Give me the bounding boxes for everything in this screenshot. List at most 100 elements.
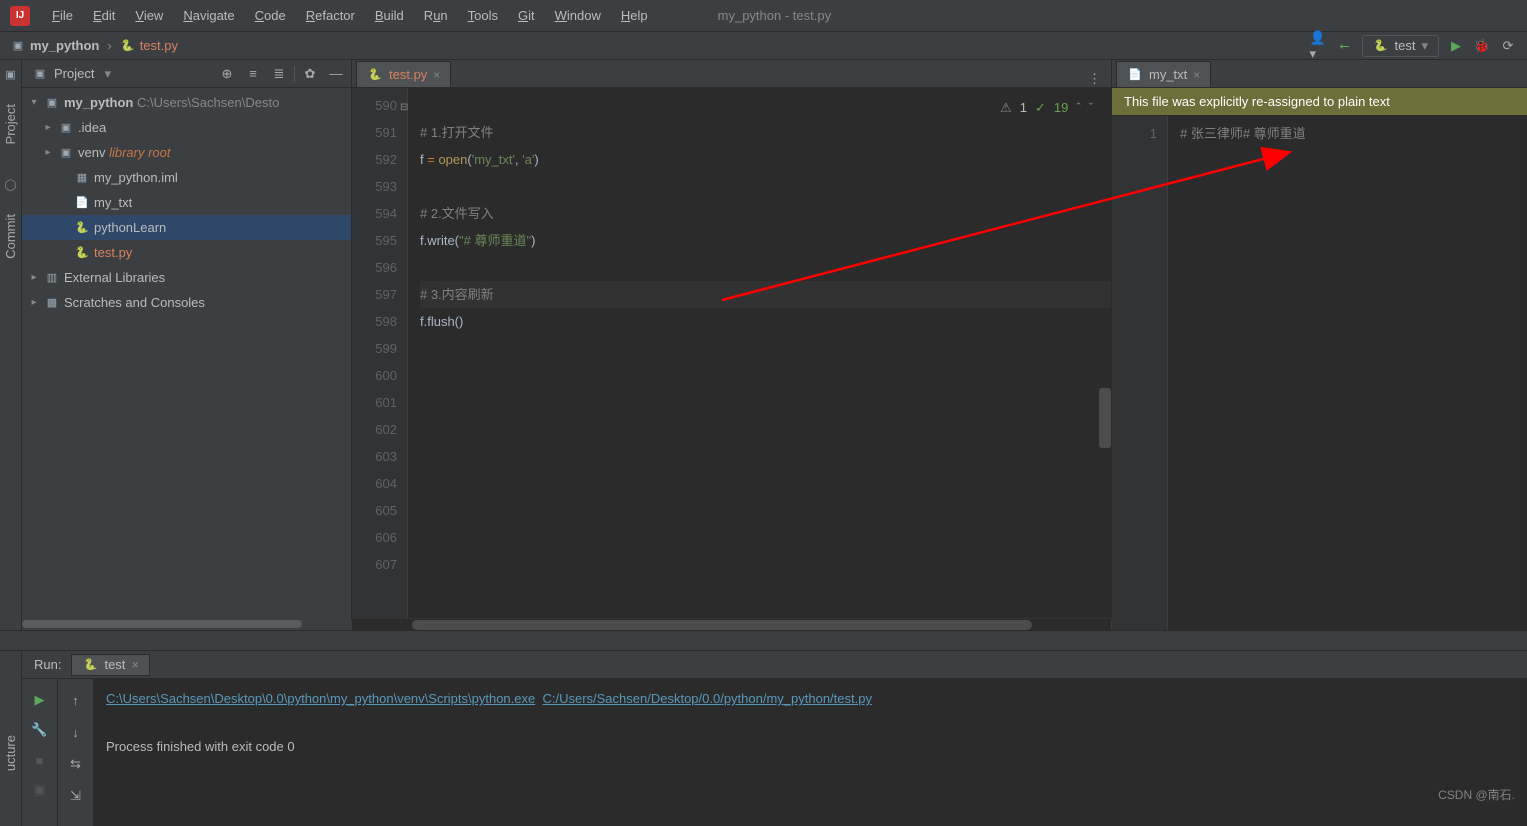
hide-icon[interactable]: — bbox=[325, 63, 347, 85]
tree-item-label: venv library root bbox=[78, 145, 171, 160]
code-line[interactable]: # 张三律师# 尊师重道 bbox=[1180, 120, 1527, 147]
console-exe-link[interactable]: C:\Users\Sachsen\Desktop\0.0\python\my_p… bbox=[106, 691, 535, 706]
code-line[interactable] bbox=[420, 362, 1111, 389]
commit-tool-icon[interactable]: ◯ bbox=[3, 176, 19, 192]
tree-item-external-libraries[interactable]: ▸▥External Libraries bbox=[22, 265, 351, 290]
menu-help[interactable]: Help bbox=[611, 4, 658, 27]
run-tab-test[interactable]: 🐍 test × bbox=[71, 654, 150, 676]
stop-icon[interactable]: ■ bbox=[29, 749, 51, 771]
close-icon[interactable]: × bbox=[433, 68, 440, 82]
breadcrumb-file[interactable]: 🐍 test.py bbox=[120, 38, 178, 54]
code-line[interactable]: f.flush() bbox=[420, 308, 1111, 335]
tree-item-my_python[interactable]: ▾▣my_python C:\Users\Sachsen\Desto bbox=[22, 90, 351, 115]
user-icon[interactable]: 👤▾ bbox=[1310, 37, 1328, 55]
code-line[interactable]: f = open('my_txt', 'a') bbox=[420, 146, 1111, 173]
tree-item-my_python-iml[interactable]: ▦my_python.iml bbox=[22, 165, 351, 190]
close-icon[interactable]: × bbox=[131, 657, 139, 672]
wrench-icon[interactable]: 🔧 bbox=[29, 719, 51, 741]
tab-overflow-icon[interactable]: ⋮ bbox=[1088, 71, 1101, 87]
code-line[interactable] bbox=[420, 497, 1111, 524]
code-line[interactable]: # 2.文件写入 bbox=[420, 200, 1111, 227]
code-body[interactable]: # 张三律师# 尊师重道 bbox=[1168, 116, 1527, 630]
menu-view[interactable]: View bbox=[125, 4, 173, 27]
code-line[interactable] bbox=[420, 470, 1111, 497]
menu-build[interactable]: Build bbox=[365, 4, 414, 27]
folder-icon: ▣ bbox=[58, 145, 74, 161]
menu-window[interactable]: Window bbox=[545, 4, 611, 27]
run-config-selector[interactable]: 🐍 test ▾ bbox=[1362, 35, 1440, 57]
editor-left-code[interactable]: 5905915925935945955965975985996006016026… bbox=[352, 88, 1111, 618]
commit-arrow-icon[interactable]: ⭠ bbox=[1336, 37, 1354, 55]
project-tool-icon[interactable]: ▣ bbox=[3, 66, 19, 82]
code-line[interactable]: ⊟# 1.打开文件 bbox=[420, 119, 1111, 146]
menu-file[interactable]: File bbox=[42, 4, 83, 27]
spacer bbox=[0, 630, 1527, 650]
run-label: Run: bbox=[34, 657, 61, 672]
structure-tool-label[interactable]: ucture bbox=[1, 731, 20, 775]
collapse-icon[interactable]: ≣ bbox=[268, 63, 290, 85]
code-line[interactable] bbox=[420, 335, 1111, 362]
code-line[interactable]: f.write("# 尊师重道") bbox=[420, 227, 1111, 254]
up-icon[interactable]: ˆ bbox=[1076, 94, 1080, 121]
soft-wrap-icon[interactable]: ⇆ bbox=[65, 753, 87, 775]
menu-run[interactable]: Run bbox=[414, 4, 458, 27]
down-arrow-icon[interactable]: ↓ bbox=[65, 721, 87, 743]
inspection-overlay[interactable]: ⚠1 ✓19 ˆ ˇ bbox=[994, 92, 1099, 123]
code-line[interactable] bbox=[420, 254, 1111, 281]
minimap-scrollbar[interactable] bbox=[1099, 388, 1111, 448]
menu-edit[interactable]: Edit bbox=[83, 4, 125, 27]
locate-icon[interactable]: ⊕ bbox=[216, 63, 238, 85]
tree-item-test-py[interactable]: 🐍test.py bbox=[22, 240, 351, 265]
tree-item-pythonlearn[interactable]: 🐍pythonLearn bbox=[22, 215, 351, 240]
editor-right-code[interactable]: 1 # 张三律师# 尊师重道 bbox=[1112, 116, 1527, 630]
down-icon[interactable]: ˇ bbox=[1089, 94, 1093, 121]
code-line[interactable] bbox=[420, 416, 1111, 443]
stop-all-icon[interactable]: ▣ bbox=[29, 779, 51, 801]
tab-test-py[interactable]: 🐍 test.py × bbox=[356, 61, 451, 87]
up-arrow-icon[interactable]: ↑ bbox=[65, 689, 87, 711]
editor-left-hscroll[interactable] bbox=[352, 618, 1111, 630]
console-file-link[interactable]: C:/Users/Sachsen/Desktop/0.0/python/my_p… bbox=[542, 691, 872, 706]
tree-item--idea[interactable]: ▸▣.idea bbox=[22, 115, 351, 140]
code-line[interactable] bbox=[420, 389, 1111, 416]
breadcrumb-project[interactable]: ▣ my_python bbox=[10, 38, 99, 54]
code-line[interactable] bbox=[420, 551, 1111, 578]
console-output[interactable]: C:\Users\Sachsen\Desktop\0.0\python\my_p… bbox=[94, 679, 1527, 826]
gutter: 5905915925935945955965975985996006016026… bbox=[352, 88, 408, 618]
code-body[interactable]: ⚠1 ✓19 ˆ ˇ ⊟# 1.打开文件f = open('my_txt', '… bbox=[408, 88, 1111, 618]
project-tool-label[interactable]: Project bbox=[1, 100, 20, 148]
code-line[interactable] bbox=[420, 524, 1111, 551]
code-line[interactable] bbox=[420, 443, 1111, 470]
breadcrumb: ▣ my_python › 🐍 test.py bbox=[10, 38, 1310, 54]
code-line[interactable] bbox=[420, 173, 1111, 200]
menu-bar: IJ File Edit View Navigate Code Refactor… bbox=[0, 0, 1527, 32]
project-sidebar: ▣ Project ▾ ⊕ ≡ ≣ ✿ — ▾▣my_python C:\Use… bbox=[22, 60, 352, 630]
more-run-icon[interactable]: ⟳ bbox=[1499, 37, 1517, 55]
commit-tool-label[interactable]: Commit bbox=[1, 210, 20, 263]
menu-navigate[interactable]: Navigate bbox=[173, 4, 244, 27]
scroll-end-icon[interactable]: ⇲ bbox=[65, 785, 87, 807]
tree-arrow-icon: ▸ bbox=[42, 147, 54, 158]
tree-item-label: Scratches and Consoles bbox=[64, 295, 205, 310]
settings-icon[interactable]: ✿ bbox=[299, 63, 321, 85]
run-icon[interactable]: ▶ bbox=[1447, 37, 1465, 55]
code-line[interactable]: # 3.内容刷新 bbox=[420, 281, 1111, 308]
rerun-icon[interactable]: ▶ bbox=[29, 689, 51, 711]
expand-icon[interactable]: ≡ bbox=[242, 63, 264, 85]
menu-tools[interactable]: Tools bbox=[458, 4, 508, 27]
tab-my-txt[interactable]: 📄 my_txt × bbox=[1116, 61, 1211, 87]
sidebar-title[interactable]: ▣ Project ▾ bbox=[26, 66, 212, 82]
tree-item-scratches-and-consoles[interactable]: ▸▩Scratches and Consoles bbox=[22, 290, 351, 315]
tree-arrow-icon: ▸ bbox=[28, 297, 40, 308]
file-type-notice[interactable]: This file was explicitly re-assigned to … bbox=[1112, 88, 1527, 116]
menu-refactor[interactable]: Refactor bbox=[296, 4, 365, 27]
close-icon[interactable]: × bbox=[1193, 68, 1200, 82]
folder-icon: ▣ bbox=[10, 38, 26, 54]
debug-icon[interactable]: 🐞 bbox=[1473, 37, 1491, 55]
menu-code[interactable]: Code bbox=[245, 4, 296, 27]
menu-git[interactable]: Git bbox=[508, 4, 545, 27]
tree-item-my_txt[interactable]: 📄my_txt bbox=[22, 190, 351, 215]
project-tree[interactable]: ▾▣my_python C:\Users\Sachsen\Desto▸▣.ide… bbox=[22, 88, 351, 630]
tree-item-venv[interactable]: ▸ ▣ venv library root bbox=[22, 140, 351, 165]
editor-group: 🐍 test.py × ⋮ 59059159259359459559659759… bbox=[352, 60, 1527, 630]
